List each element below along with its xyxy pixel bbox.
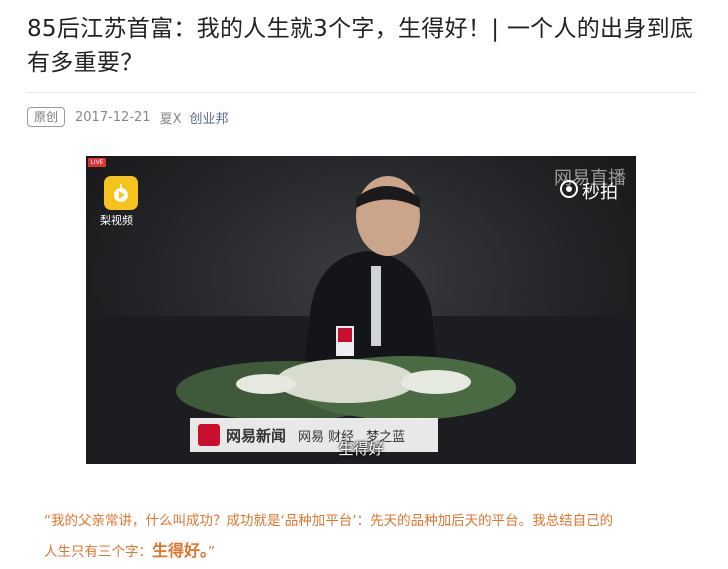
quote-line-2-prefix: 人生只有三个字： [44, 544, 152, 560]
quote-block: “我的父亲常讲，什么叫成功？成功就是‘品种加平台’：先天的品种加后天的平台。我总… [44, 506, 694, 567]
video-player[interactable]: LIVE 梨视频 网易直播 秒拍 网易新闻 网易 财经 梦之蓝 生得好 [86, 156, 636, 464]
account-link[interactable]: 创业邦 [189, 108, 228, 127]
author-name: 夏X [159, 111, 182, 127]
publish-date: 2017-12-21 [75, 109, 151, 125]
quote-line-1: “我的父亲常讲，什么叫成功？成功就是‘品种加平台’：先天的品种加后天的平台。我总… [44, 513, 614, 529]
article-title: 85后江苏首富：我的人生就3个字，生得好！| 一个人的出身到底有多重要？ [27, 16, 694, 76]
quote-line-2-suffix: ” [208, 544, 216, 560]
video-subtitle: 生得好 [338, 440, 384, 458]
original-badge: 原创 [27, 107, 66, 127]
quote-line-2: 人生只有三个字：生得好。” [44, 536, 694, 567]
article-meta: 原创 2017-12-21 夏X 创业邦 [27, 107, 229, 127]
title-divider [27, 92, 697, 93]
quote-highlight: 生得好。 [152, 541, 209, 560]
